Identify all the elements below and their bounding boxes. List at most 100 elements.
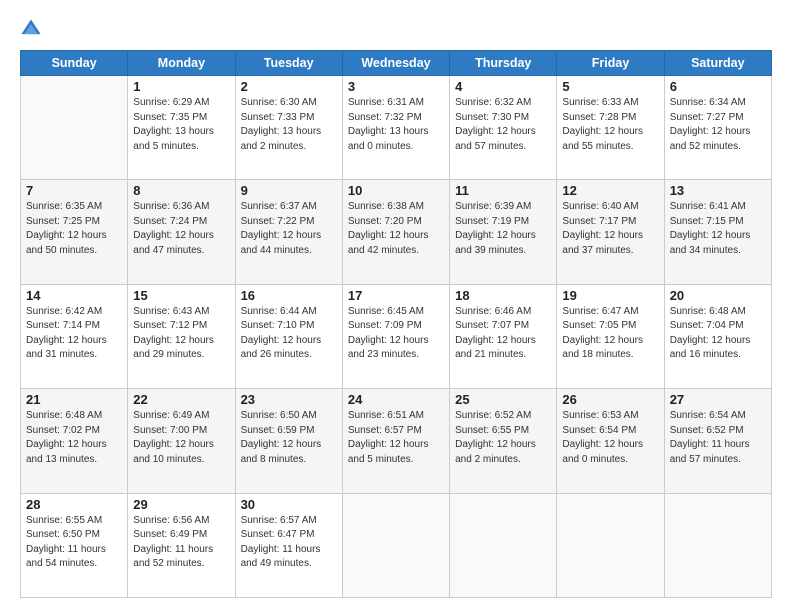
cell-info: Sunrise: 6:47 AM Sunset: 7:05 PM Dayligh… — [562, 305, 658, 363]
cell-info: Sunrise: 6:40 AM Sunset: 7:17 PM Dayligh… — [562, 200, 658, 258]
calendar-cell: 3 Sunrise: 6:31 AM Sunset: 7:32 PM Daylig… — [342, 76, 449, 180]
calendar-week-row: 7 Sunrise: 6:35 AM Sunset: 7:25 PM Daylig… — [21, 180, 772, 284]
cell-info: Sunrise: 6:33 AM Sunset: 7:28 PM Dayligh… — [562, 96, 658, 154]
calendar-cell: 15 Sunrise: 6:43 AM Sunset: 7:12 PM Dayli… — [128, 284, 235, 388]
cell-info: Sunrise: 6:52 AM Sunset: 6:55 PM Dayligh… — [455, 409, 551, 467]
cell-info: Sunrise: 6:39 AM Sunset: 7:19 PM Dayligh… — [455, 200, 551, 258]
day-number: 3 — [348, 79, 444, 94]
cell-info: Sunrise: 6:41 AM Sunset: 7:15 PM Dayligh… — [670, 200, 766, 258]
calendar-cell: 23 Sunrise: 6:50 AM Sunset: 6:59 PM Dayli… — [235, 389, 342, 493]
calendar-cell: 7 Sunrise: 6:35 AM Sunset: 7:25 PM Daylig… — [21, 180, 128, 284]
day-number: 30 — [241, 497, 337, 512]
day-number: 19 — [562, 288, 658, 303]
day-number: 15 — [133, 288, 229, 303]
cell-info: Sunrise: 6:35 AM Sunset: 7:25 PM Dayligh… — [26, 200, 122, 258]
cell-info: Sunrise: 6:38 AM Sunset: 7:20 PM Dayligh… — [348, 200, 444, 258]
calendar-week-row: 14 Sunrise: 6:42 AM Sunset: 7:14 PM Dayli… — [21, 284, 772, 388]
calendar-cell: 9 Sunrise: 6:37 AM Sunset: 7:22 PM Daylig… — [235, 180, 342, 284]
cell-info: Sunrise: 6:42 AM Sunset: 7:14 PM Dayligh… — [26, 305, 122, 363]
calendar-cell: 21 Sunrise: 6:48 AM Sunset: 7:02 PM Dayli… — [21, 389, 128, 493]
cell-info: Sunrise: 6:56 AM Sunset: 6:49 PM Dayligh… — [133, 514, 229, 572]
cell-info: Sunrise: 6:49 AM Sunset: 7:00 PM Dayligh… — [133, 409, 229, 467]
day-header-thursday: Thursday — [450, 51, 557, 76]
calendar-cell: 1Sunrise: 6:29 AM Sunset: 7:35 PM Daylig… — [128, 76, 235, 180]
calendar-cell: 16 Sunrise: 6:44 AM Sunset: 7:10 PM Dayli… — [235, 284, 342, 388]
day-number: 14 — [26, 288, 122, 303]
day-number: 25 — [455, 392, 551, 407]
cell-info: Sunrise: 6:51 AM Sunset: 6:57 PM Dayligh… — [348, 409, 444, 467]
calendar-cell — [664, 493, 771, 597]
cell-info: Sunrise: 6:50 AM Sunset: 6:59 PM Dayligh… — [241, 409, 337, 467]
calendar-cell — [557, 493, 664, 597]
header — [20, 18, 772, 40]
calendar-cell — [21, 76, 128, 180]
calendar-cell: 2 Sunrise: 6:30 AM Sunset: 7:33 PM Daylig… — [235, 76, 342, 180]
cell-info: Sunrise: 6:54 AM Sunset: 6:52 PM Dayligh… — [670, 409, 766, 467]
calendar-cell: 11 Sunrise: 6:39 AM Sunset: 7:19 PM Dayli… — [450, 180, 557, 284]
calendar-cell: 5 Sunrise: 6:33 AM Sunset: 7:28 PM Daylig… — [557, 76, 664, 180]
cell-info: Sunrise: 6:32 AM Sunset: 7:30 PM Dayligh… — [455, 96, 551, 154]
day-number: 26 — [562, 392, 658, 407]
calendar-cell: 12 Sunrise: 6:40 AM Sunset: 7:17 PM Dayli… — [557, 180, 664, 284]
day-number: 18 — [455, 288, 551, 303]
day-number: 24 — [348, 392, 444, 407]
cell-info: Sunrise: 6:43 AM Sunset: 7:12 PM Dayligh… — [133, 305, 229, 363]
calendar-table: SundayMondayTuesdayWednesdayThursdayFrid… — [20, 50, 772, 598]
page: SundayMondayTuesdayWednesdayThursdayFrid… — [0, 0, 792, 612]
day-number: 6 — [670, 79, 766, 94]
calendar-cell: 13Sunrise: 6:41 AM Sunset: 7:15 PM Dayli… — [664, 180, 771, 284]
calendar-cell: 4 Sunrise: 6:32 AM Sunset: 7:30 PM Daylig… — [450, 76, 557, 180]
calendar-cell: 8 Sunrise: 6:36 AM Sunset: 7:24 PM Daylig… — [128, 180, 235, 284]
day-number: 4 — [455, 79, 551, 94]
cell-info: Sunrise: 6:34 AM Sunset: 7:27 PM Dayligh… — [670, 96, 766, 154]
day-number: 5 — [562, 79, 658, 94]
day-number: 29 — [133, 497, 229, 512]
day-header-wednesday: Wednesday — [342, 51, 449, 76]
cell-info: Sunrise: 6:36 AM Sunset: 7:24 PM Dayligh… — [133, 200, 229, 258]
day-number: 23 — [241, 392, 337, 407]
calendar-cell: 25 Sunrise: 6:52 AM Sunset: 6:55 PM Dayli… — [450, 389, 557, 493]
calendar-cell: 19 Sunrise: 6:47 AM Sunset: 7:05 PM Dayli… — [557, 284, 664, 388]
cell-info: Sunrise: 6:48 AM Sunset: 7:04 PM Dayligh… — [670, 305, 766, 363]
cell-info: Sunrise: 6:30 AM Sunset: 7:33 PM Dayligh… — [241, 96, 337, 154]
day-number: 20 — [670, 288, 766, 303]
day-number: 10 — [348, 183, 444, 198]
day-number: 22 — [133, 392, 229, 407]
day-header-monday: Monday — [128, 51, 235, 76]
day-number: 21 — [26, 392, 122, 407]
logo-icon — [20, 18, 42, 40]
calendar-cell: 28Sunrise: 6:55 AM Sunset: 6:50 PM Dayli… — [21, 493, 128, 597]
day-number: 2 — [241, 79, 337, 94]
calendar-week-row: 28Sunrise: 6:55 AM Sunset: 6:50 PM Dayli… — [21, 493, 772, 597]
calendar-week-row: 1Sunrise: 6:29 AM Sunset: 7:35 PM Daylig… — [21, 76, 772, 180]
calendar-cell: 27 Sunrise: 6:54 AM Sunset: 6:52 PM Dayli… — [664, 389, 771, 493]
day-number: 27 — [670, 392, 766, 407]
day-header-tuesday: Tuesday — [235, 51, 342, 76]
cell-info: Sunrise: 6:53 AM Sunset: 6:54 PM Dayligh… — [562, 409, 658, 467]
calendar-cell: 17Sunrise: 6:45 AM Sunset: 7:09 PM Dayli… — [342, 284, 449, 388]
logo — [20, 18, 46, 40]
day-number: 8 — [133, 183, 229, 198]
calendar-cell: 29 Sunrise: 6:56 AM Sunset: 6:49 PM Dayli… — [128, 493, 235, 597]
calendar-cell: 6 Sunrise: 6:34 AM Sunset: 7:27 PM Daylig… — [664, 76, 771, 180]
cell-info: Sunrise: 6:37 AM Sunset: 7:22 PM Dayligh… — [241, 200, 337, 258]
day-number: 11 — [455, 183, 551, 198]
cell-info: Sunrise: 6:57 AM Sunset: 6:47 PM Dayligh… — [241, 514, 337, 572]
cell-info: Sunrise: 6:44 AM Sunset: 7:10 PM Dayligh… — [241, 305, 337, 363]
day-number: 12 — [562, 183, 658, 198]
cell-info: Sunrise: 6:48 AM Sunset: 7:02 PM Dayligh… — [26, 409, 122, 467]
day-number: 16 — [241, 288, 337, 303]
calendar-cell: 30 Sunrise: 6:57 AM Sunset: 6:47 PM Dayli… — [235, 493, 342, 597]
calendar-cell: 26 Sunrise: 6:53 AM Sunset: 6:54 PM Dayli… — [557, 389, 664, 493]
calendar-cell: 18Sunrise: 6:46 AM Sunset: 7:07 PM Dayli… — [450, 284, 557, 388]
calendar-cell: 20 Sunrise: 6:48 AM Sunset: 7:04 PM Dayli… — [664, 284, 771, 388]
day-number: 1 — [133, 79, 229, 94]
day-number: 9 — [241, 183, 337, 198]
calendar-cell — [342, 493, 449, 597]
day-number: 7 — [26, 183, 122, 198]
cell-info: Sunrise: 6:45 AM Sunset: 7:09 PM Dayligh… — [348, 305, 444, 363]
calendar-cell: 10 Sunrise: 6:38 AM Sunset: 7:20 PM Dayli… — [342, 180, 449, 284]
calendar-cell: 24 Sunrise: 6:51 AM Sunset: 6:57 PM Dayli… — [342, 389, 449, 493]
cell-info: Sunrise: 6:31 AM Sunset: 7:32 PM Dayligh… — [348, 96, 444, 154]
day-header-saturday: Saturday — [664, 51, 771, 76]
